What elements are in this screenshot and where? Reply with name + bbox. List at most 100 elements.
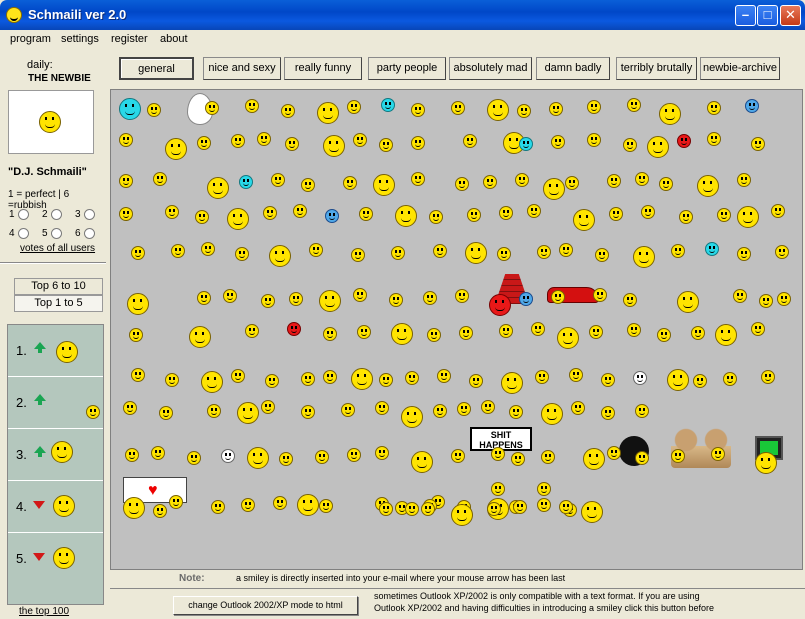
tab-top-1-to-5[interactable]: Top 1 to 5 — [14, 295, 103, 312]
smiley-icon[interactable] — [693, 374, 707, 388]
smiley-icon[interactable] — [587, 100, 601, 114]
smiley-icon[interactable] — [379, 138, 393, 152]
smiley-icon[interactable] — [433, 404, 447, 418]
smiley-icon[interactable] — [245, 324, 259, 338]
smiley-icon[interactable] — [583, 448, 605, 470]
smiley-icon[interactable] — [455, 289, 469, 303]
smiley-icon[interactable] — [481, 400, 495, 414]
smiley-icon[interactable] — [707, 132, 721, 146]
smiley-icon[interactable] — [635, 172, 649, 186]
smiley-icon[interactable] — [421, 502, 435, 516]
smiley-icon[interactable] — [691, 326, 705, 340]
smiley-icon[interactable] — [257, 132, 271, 146]
smiley-icon[interactable] — [607, 446, 621, 460]
smiley-icon[interactable] — [211, 500, 225, 514]
top-100-link[interactable]: the top 100 — [19, 606, 69, 617]
smiley-icon[interactable] — [247, 447, 269, 469]
tab-terribly-brutally[interactable]: terribly brutally — [616, 57, 697, 80]
smiley-icon[interactable] — [537, 245, 551, 259]
smiley-icon[interactable] — [627, 323, 641, 337]
smiley-icon[interactable] — [241, 498, 255, 512]
smiley-icon[interactable] — [123, 497, 145, 519]
smiley-icon[interactable] — [457, 402, 471, 416]
smiley-icon[interactable] — [733, 289, 747, 303]
smiley-icon[interactable] — [389, 293, 403, 307]
smiley-icon[interactable] — [451, 504, 473, 526]
smiley-icon[interactable] — [375, 401, 389, 415]
smiley-icon[interactable] — [715, 324, 737, 346]
smiley-icon[interactable] — [737, 173, 751, 187]
smiley-icon[interactable] — [411, 136, 425, 150]
smiley-icon[interactable] — [607, 174, 621, 188]
smiley-icon[interactable] — [227, 208, 249, 230]
smiley-icon[interactable] — [207, 177, 229, 199]
smiley-icon[interactable] — [323, 135, 345, 157]
smiley-icon[interactable] — [301, 372, 315, 386]
smiley-icon[interactable] — [125, 448, 139, 462]
smiley-icon[interactable] — [315, 450, 329, 464]
smiley-icon[interactable] — [609, 207, 623, 221]
smiley-icon[interactable] — [411, 451, 433, 473]
smiley-icon[interactable] — [301, 178, 315, 192]
smiley-icon[interactable] — [751, 322, 765, 336]
votes-of-all-users-link[interactable]: votes of all users — [20, 243, 95, 254]
smiley-icon[interactable] — [679, 210, 693, 224]
tab-absolutely-mad[interactable]: absolutely mad — [449, 57, 532, 80]
tab-really-funny[interactable]: really funny — [284, 57, 362, 80]
smiley-icon[interactable] — [469, 374, 483, 388]
top-list-item[interactable]: 3. — [8, 429, 103, 481]
smiley-icon[interactable] — [537, 482, 551, 496]
smiley-icon[interactable] — [261, 400, 275, 414]
smiley-icon[interactable] — [319, 290, 341, 312]
menu-program[interactable]: program — [10, 33, 51, 45]
smiley-icon[interactable] — [677, 291, 699, 313]
smiley-icon[interactable] — [317, 102, 339, 124]
smiley-icon[interactable] — [557, 327, 579, 349]
menu-settings[interactable]: settings — [61, 33, 99, 45]
smiley-icon[interactable] — [319, 499, 333, 513]
smiley-icon[interactable] — [169, 495, 183, 509]
smiley-icon[interactable] — [623, 293, 637, 307]
smiley-icon[interactable] — [221, 449, 235, 463]
smiley-icon[interactable] — [659, 177, 673, 191]
smiley-icon[interactable] — [761, 370, 775, 384]
smiley-icon[interactable] — [633, 246, 655, 268]
smiley-icon[interactable] — [153, 504, 167, 518]
smiley-icon[interactable] — [289, 292, 303, 306]
smiley-icon[interactable] — [285, 137, 299, 151]
smiley-icon[interactable] — [411, 103, 425, 117]
smiley-icon[interactable] — [527, 204, 541, 218]
smiley-icon[interactable] — [129, 328, 143, 342]
smiley-icon[interactable] — [451, 449, 465, 463]
smiley-icon[interactable] — [197, 136, 211, 150]
smiley-icon[interactable] — [717, 208, 731, 222]
rating-radio-6[interactable] — [84, 228, 95, 239]
smiley-icon[interactable] — [697, 175, 719, 197]
smiley-icon[interactable] — [375, 446, 389, 460]
smiley-icon[interactable] — [127, 293, 149, 315]
smiley-icon[interactable] — [427, 328, 441, 342]
smiley-icon[interactable] — [657, 328, 671, 342]
smiley-icon[interactable] — [755, 452, 777, 474]
smiley-icon[interactable] — [245, 99, 259, 113]
rating-radio-2[interactable] — [51, 209, 62, 220]
smiley-icon[interactable] — [745, 99, 759, 113]
smiley-icon[interactable] — [777, 292, 791, 306]
smiley-icon[interactable] — [347, 448, 361, 462]
smiley-icon[interactable] — [263, 206, 277, 220]
smiley-icon[interactable] — [207, 404, 221, 418]
smiley-icon[interactable] — [535, 370, 549, 384]
smiley-icon[interactable] — [775, 245, 789, 259]
smiley-icon[interactable] — [587, 133, 601, 147]
smiley-icon[interactable] — [273, 496, 287, 510]
smiley-icon[interactable] — [531, 322, 545, 336]
smiley-icon[interactable] — [271, 173, 285, 187]
smiley-icon[interactable] — [581, 501, 603, 523]
smiley-icon[interactable] — [347, 100, 361, 114]
smiley-icon[interactable] — [379, 502, 393, 516]
smiley-icon[interactable] — [465, 242, 487, 264]
rating-radio-1[interactable] — [18, 209, 29, 220]
smiley-icon[interactable] — [131, 246, 145, 260]
smiley-icon[interactable] — [467, 208, 481, 222]
smiley-icon[interactable] — [551, 135, 565, 149]
